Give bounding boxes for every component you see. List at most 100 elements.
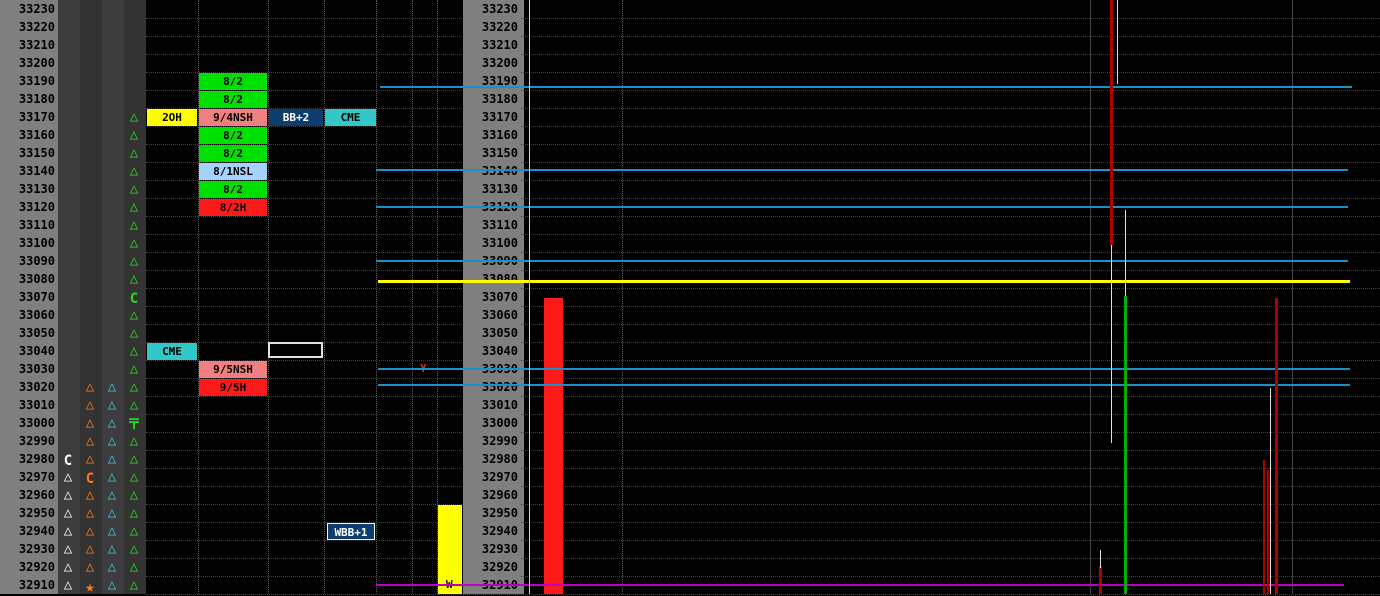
level-tag-82[interactable]: 8/2 — [199, 127, 267, 144]
tpo-triangle-icon: △ — [107, 451, 117, 467]
tpo-triangle-icon: △ — [85, 523, 95, 539]
level-tag-82[interactable]: 8/2 — [199, 145, 267, 162]
price-label: 33170 — [463, 108, 521, 126]
candle-wick-white — [1111, 245, 1112, 443]
grid-column-line — [376, 0, 377, 594]
price-label: 33150 — [463, 144, 521, 162]
level-tag-cme[interactable]: CME — [147, 343, 197, 360]
grid-row-line — [146, 360, 1380, 361]
candle-red — [1275, 298, 1278, 594]
grid-row-line — [146, 216, 1380, 217]
grid-row-line — [146, 414, 1380, 415]
tpo-triangle-icon: △ — [129, 181, 139, 197]
level-line-blue — [376, 169, 1348, 171]
price-label: 33200 — [463, 54, 521, 72]
candle-red — [1099, 566, 1102, 594]
tpo-triangle-icon: △ — [63, 469, 73, 485]
tpo-triangle-icon: △ — [63, 577, 73, 593]
grid-row-line — [146, 198, 1380, 199]
volume-bar-red — [544, 298, 563, 594]
level-line-blue — [378, 384, 1350, 386]
price-label: 33040 — [463, 342, 521, 360]
level-tag-cme[interactable]: CME — [325, 109, 376, 126]
tpo-triangle-icon: △ — [129, 235, 139, 251]
price-label: 33210 — [463, 36, 521, 54]
tpo-triangle-icon: △ — [107, 433, 117, 449]
level-tag-82h[interactable]: 8/2H — [199, 199, 267, 216]
tpo-triangle-icon: △ — [129, 379, 139, 395]
price-label: 33080 — [0, 270, 58, 288]
candle-wick-white — [529, 0, 530, 594]
tpo-triangle-icon: △ — [129, 163, 139, 179]
tpo-triangle-icon: △ — [107, 577, 117, 593]
price-label: 33160 — [463, 126, 521, 144]
tpo-triangle-icon: △ — [129, 541, 139, 557]
price-label: 33100 — [0, 234, 58, 252]
grid-row-line — [146, 72, 1380, 73]
grid-column-line — [268, 0, 269, 594]
level-tag-wbb1[interactable]: WBB+1 — [327, 523, 375, 540]
tpo-triangle-icon: △ — [85, 379, 95, 395]
tpo-triangle-icon: △ — [85, 397, 95, 413]
price-label: 33010 — [0, 396, 58, 414]
tpo-letter-c-orange: C — [85, 471, 95, 487]
price-label: 33140 — [0, 162, 58, 180]
grid-row-line — [146, 504, 1380, 505]
level-tag-82[interactable]: 8/2 — [199, 181, 267, 198]
price-label: 32940 — [0, 522, 58, 540]
tpo-triangle-icon: △ — [85, 433, 95, 449]
price-label: 33130 — [0, 180, 58, 198]
price-label: 32990 — [463, 432, 521, 450]
price-label: 33170 — [0, 108, 58, 126]
price-label: 33140 — [463, 162, 521, 180]
grid-row-line — [146, 378, 1380, 379]
price-label: 33210 — [0, 36, 58, 54]
tpo-triangle-icon: △ — [129, 217, 139, 233]
level-line-blue — [376, 206, 1348, 208]
price-label: 33070 — [0, 288, 58, 306]
tpo-star-icon: ★ — [85, 577, 95, 596]
grid-row-line — [146, 234, 1380, 235]
grid-row-line — [146, 306, 1380, 307]
grid-row-line — [146, 36, 1380, 37]
tpo-triangle-icon: △ — [129, 577, 139, 593]
tpo-triangle-icon: △ — [129, 145, 139, 161]
tpo-triangle-icon: △ — [107, 379, 117, 395]
price-label: 33060 — [0, 306, 58, 324]
tpo-triangle-icon: △ — [107, 559, 117, 575]
level-tag-81nsl[interactable]: 8/1NSL — [199, 163, 267, 180]
price-label: 33150 — [0, 144, 58, 162]
level-tag-82[interactable]: 8/2 — [199, 91, 267, 108]
tpo-triangle-icon: △ — [129, 127, 139, 143]
price-label: 33230 — [463, 0, 521, 18]
grid-row-line — [146, 18, 1380, 19]
level-tag-bb2[interactable]: BB+2 — [269, 109, 323, 126]
grid-row-line — [146, 576, 1380, 577]
price-label: 33180 — [463, 90, 521, 108]
candle-wick-white — [1270, 388, 1271, 594]
level-tag-82[interactable]: 8/2 — [199, 73, 267, 90]
tpo-triangle-icon: △ — [129, 361, 139, 377]
level-tag-94nsh[interactable]: 9/4NSH — [199, 109, 267, 126]
price-label: 33020 — [463, 378, 521, 396]
price-label: 33110 — [0, 216, 58, 234]
tpo-triangle-icon: △ — [129, 469, 139, 485]
selected-cell[interactable] — [268, 342, 323, 358]
price-label: 33190 — [0, 72, 58, 90]
tpo-triangle-icon: △ — [129, 505, 139, 521]
tpo-triangle-icon: △ — [85, 451, 95, 467]
grid-row-line — [146, 432, 1380, 433]
price-label: 33010 — [463, 396, 521, 414]
level-tag-95h[interactable]: 9/5H — [199, 379, 267, 396]
grid-row-line — [146, 396, 1380, 397]
tpo-triangle-icon: △ — [107, 397, 117, 413]
price-label: 33050 — [0, 324, 58, 342]
price-label: 32970 — [463, 468, 521, 486]
level-tag-2oh[interactable]: 2OH — [147, 109, 197, 126]
tpo-triangle-icon: △ — [85, 487, 95, 503]
tpo-triangle-icon: △ — [85, 541, 95, 557]
tpo-letter-post-mark: 〒 — [127, 417, 141, 433]
grid-row-line — [146, 144, 1380, 145]
level-tag-95nsh[interactable]: 9/5NSH — [199, 361, 267, 378]
grid-row-line — [146, 90, 1380, 91]
